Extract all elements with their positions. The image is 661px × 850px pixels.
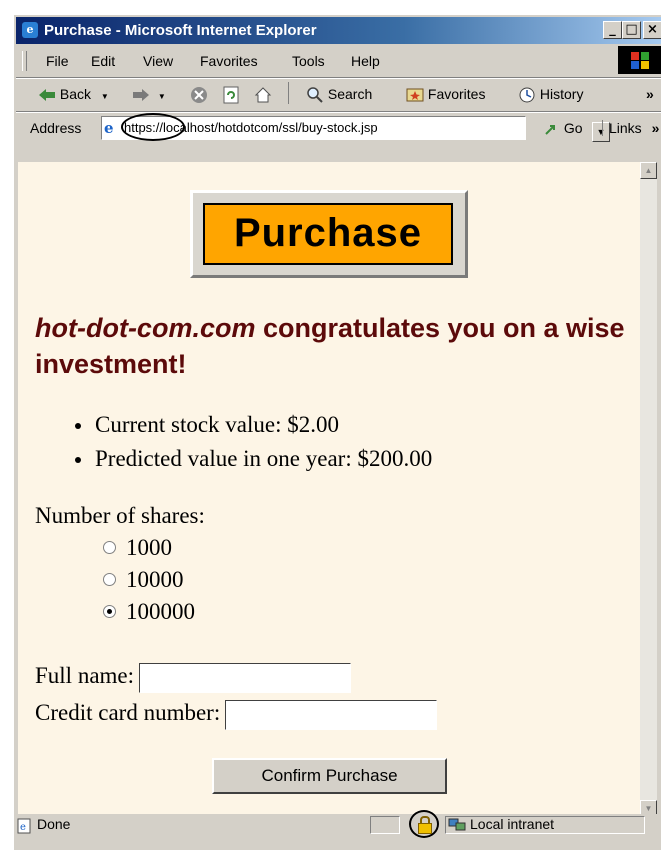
home-button[interactable] — [254, 86, 272, 104]
padlock-icon[interactable] — [409, 810, 439, 838]
list-item: Current stock value: $2.00 — [73, 408, 432, 442]
links-label: Links — [609, 120, 642, 136]
menu-file[interactable]: File — [46, 53, 69, 69]
internet-explorer-icon: e — [104, 119, 114, 137]
standard-toolbar: Back ▼ ▼ Search Favorites History » — [16, 77, 661, 110]
congratulations-heading: hot-dot-com.com congratulates you on a w… — [35, 310, 635, 382]
toolbar-grip[interactable] — [22, 51, 27, 71]
back-arrow-icon — [39, 89, 55, 102]
shares-option-100000[interactable]: 100000 — [103, 597, 195, 627]
favorites-icon — [406, 88, 424, 102]
status-text: Done — [37, 816, 71, 832]
favorites-button-label: Favorites — [427, 86, 486, 102]
go-button-label: Go — [563, 120, 583, 136]
shares-label: Number of shares: — [35, 503, 205, 528]
home-icon — [254, 87, 272, 103]
stop-icon — [191, 87, 207, 104]
minimize-button[interactable]: _ — [603, 21, 622, 39]
scroll-up-icon[interactable]: ▲ — [640, 162, 657, 179]
stock-info-list: Current stock value: $2.00 Predicted val… — [73, 408, 432, 476]
refresh-icon — [223, 86, 239, 104]
local-intranet-icon — [448, 818, 466, 831]
search-button-label: Search — [327, 86, 373, 102]
shares-option-label: 10000 — [126, 567, 184, 592]
search-icon — [307, 87, 323, 104]
purchase-banner-text: Purchase — [233, 211, 423, 255]
history-button[interactable]: History — [518, 86, 583, 104]
forward-dropdown-icon[interactable]: ▼ — [158, 92, 166, 101]
back-button[interactable]: Back ▼ — [38, 86, 109, 102]
window-title: Purchase - Microsoft Internet Explorer — [44, 22, 317, 39]
history-icon — [519, 87, 535, 103]
menu-edit[interactable]: Edit — [91, 53, 115, 69]
zone-pane: Local intranet — [445, 816, 645, 834]
full-name-label: Full name: — [35, 663, 135, 688]
back-button-label: Back — [59, 86, 92, 102]
status-main-pane: e Done — [15, 816, 370, 834]
address-input[interactable]: e https://localhost/hotdotcom/ssl/buy-st… — [101, 113, 610, 142]
confirm-purchase-button[interactable]: Confirm Purchase — [212, 758, 447, 794]
full-name-row: Full name: — [35, 661, 352, 693]
credit-card-label: Credit card number: — [35, 700, 221, 725]
shares-option-label: 100000 — [126, 599, 195, 624]
menu-bar: File Edit View Favorites Tools Help — [16, 46, 661, 74]
menu-favorites[interactable]: Favorites — [200, 53, 258, 69]
refresh-button[interactable] — [222, 86, 240, 104]
title-bar[interactable]: e Purchase - Microsoft Internet Explorer… — [16, 17, 661, 44]
internet-explorer-icon[interactable]: e — [22, 22, 38, 38]
list-item: Predicted value in one year: $200.00 — [73, 442, 432, 476]
shares-option-1000[interactable]: 1000 — [103, 533, 172, 563]
company-name: hot-dot-com.com — [35, 313, 256, 343]
forward-arrow-icon — [133, 89, 149, 102]
back-dropdown-icon[interactable]: ▼ — [101, 92, 109, 101]
shares-option-10000[interactable]: 10000 — [103, 565, 184, 595]
toolbar-overflow-button[interactable]: » — [646, 86, 654, 102]
forward-button[interactable]: ▼ — [132, 86, 166, 102]
status-bar: e Done Local intranet — [15, 810, 661, 838]
padlock-body — [418, 823, 432, 834]
go-button[interactable]: Go — [544, 120, 583, 136]
page-content: Purchase hot-dot-com.com congratulates y… — [18, 162, 640, 817]
history-button-label: History — [539, 86, 584, 102]
menu-help[interactable]: Help — [351, 53, 380, 69]
purchase-banner-inner: Purchase — [203, 203, 453, 265]
go-arrow-icon — [545, 125, 555, 136]
links-button[interactable]: Links » — [602, 120, 659, 136]
favorites-button[interactable]: Favorites — [406, 86, 485, 104]
purchase-banner: Purchase — [190, 190, 468, 278]
menu-view[interactable]: View — [143, 53, 173, 69]
close-button[interactable]: × — [643, 21, 661, 39]
address-label: Address — [30, 120, 82, 136]
stop-button[interactable] — [190, 86, 208, 104]
page-done-icon: e — [17, 818, 31, 834]
full-name-field[interactable] — [139, 662, 352, 693]
toolbar-separator — [288, 82, 290, 104]
svg-text:e: e — [20, 822, 26, 833]
radio-button-selected[interactable] — [103, 605, 116, 619]
shares-option-label: 1000 — [126, 535, 172, 560]
address-bar: Address e https://localhost/hotdotcom/ss… — [16, 111, 661, 144]
search-button[interactable]: Search — [306, 86, 372, 104]
vertical-scrollbar[interactable]: ▲ ▼ — [640, 162, 657, 817]
status-pane — [370, 816, 400, 834]
credit-card-field[interactable] — [225, 699, 438, 730]
radio-button[interactable] — [103, 573, 116, 587]
zone-label: Local intranet — [470, 816, 555, 832]
https-highlight-circle — [121, 113, 185, 141]
radio-button[interactable] — [103, 541, 116, 555]
credit-card-row: Credit card number: — [35, 698, 438, 730]
links-overflow-icon[interactable]: » — [652, 120, 660, 136]
maximize-button[interactable]: □ — [622, 21, 641, 39]
menu-tools[interactable]: Tools — [292, 53, 325, 69]
windows-logo-icon — [618, 46, 661, 74]
